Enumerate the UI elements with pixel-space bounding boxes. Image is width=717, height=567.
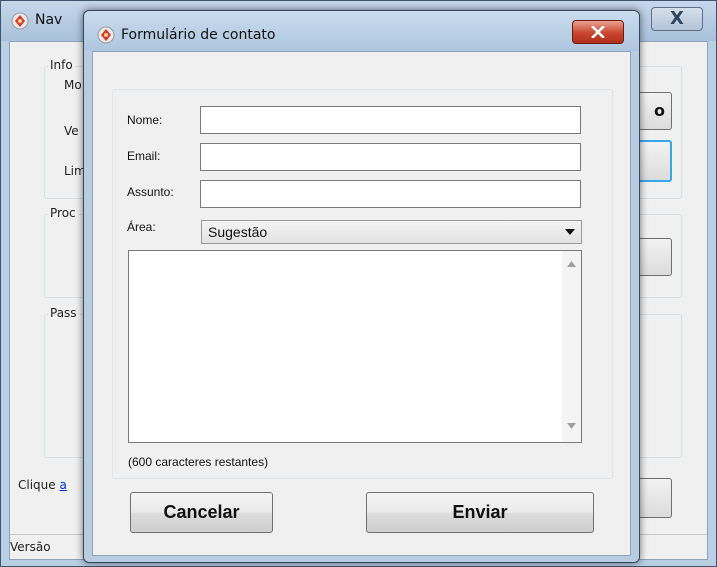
contact-form-dialog: Formulário de contato Nome: Email: Assun… <box>83 10 640 563</box>
cancel-button[interactable]: Cancelar <box>130 492 273 533</box>
app-logo-icon <box>11 12 29 30</box>
name-field[interactable] <box>200 106 581 134</box>
proc-group-label: Proc <box>48 206 78 220</box>
subject-label: Assunto: <box>127 185 174 199</box>
dialog-close-button[interactable] <box>572 20 624 44</box>
background-window-title: Nav <box>35 12 63 28</box>
status-prefix-text: Clique <box>18 478 56 492</box>
scroll-up-icon[interactable] <box>567 261 576 267</box>
area-dropdown[interactable]: Sugestão <box>201 220 582 244</box>
email-label: Email: <box>127 149 161 163</box>
send-button[interactable]: Enviar <box>366 492 594 533</box>
app-logo-icon <box>97 26 115 44</box>
message-box <box>128 250 582 443</box>
info-group-label: Info <box>48 58 75 72</box>
remaining-characters-label: (600 caracteres restantes) <box>128 455 269 469</box>
mo-label: Mo <box>64 78 82 92</box>
name-label: Nome: <box>127 113 163 127</box>
dialog-client-area: Nome: Email: Assunto: Área: Sugestão (60… <box>92 51 631 556</box>
area-selected-value: Sugestão <box>208 224 268 240</box>
close-icon <box>591 26 605 38</box>
background-close-button[interactable]: X <box>651 7 703 31</box>
area-label: Área: <box>127 220 156 234</box>
version-label: Versão <box>10 540 51 554</box>
status-instruction: Clique a <box>18 478 67 492</box>
ve-label: Ve <box>64 124 79 138</box>
subject-field[interactable] <box>200 180 581 208</box>
message-textarea[interactable] <box>129 251 562 442</box>
status-link[interactable]: a <box>59 478 66 492</box>
chevron-down-icon <box>565 229 575 235</box>
dialog-title-bar[interactable]: Formulário de contato <box>84 11 639 51</box>
message-scrollbar[interactable] <box>562 251 581 442</box>
email-field[interactable] <box>200 143 581 171</box>
pass-group-label: Pass <box>48 306 79 320</box>
scroll-down-icon[interactable] <box>567 423 576 429</box>
dialog-title: Formulário de contato <box>121 27 276 43</box>
